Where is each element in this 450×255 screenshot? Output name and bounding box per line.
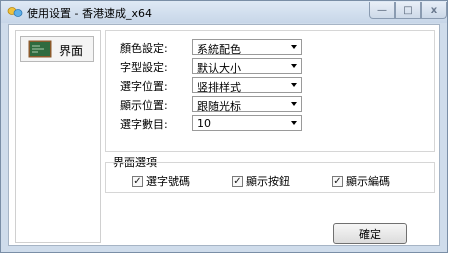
show-buttons-label: 顯示按鈕 [246, 175, 290, 188]
maximize-icon: □ [403, 4, 413, 16]
chevron-down-icon [291, 121, 297, 125]
title-bar[interactable]: 使用设置 - 香港速成_x64 — □ x [1, 1, 447, 23]
font-setting-value: 默认大小 [197, 62, 241, 75]
checkmark-icon: ✓ [132, 175, 143, 187]
chevron-down-icon [291, 102, 297, 106]
nav-panel: 界面 [15, 30, 101, 243]
show-buttons-checkbox[interactable]: ✓ 顯示按鈕 [232, 174, 290, 188]
font-setting-label: 字型設定: [120, 61, 168, 74]
window-title: 使用设置 - 香港速成_x64 [27, 7, 152, 20]
candidate-position-label: 選字位置: [120, 80, 168, 93]
color-setting-select[interactable]: 系統配色 [192, 39, 302, 56]
show-candidate-number-label: 選字號碼 [146, 175, 190, 188]
settings-window: 使用设置 - 香港速成_x64 — □ x 界面 顏色設定: 系統配色 字型設定… [0, 0, 448, 253]
minimize-button[interactable]: — [369, 2, 395, 19]
nav-item-interface[interactable]: 界面 [20, 36, 94, 62]
maximize-button[interactable]: □ [395, 2, 421, 19]
display-position-value: 跟随光标 [197, 100, 241, 113]
display-position-label: 顯示位置: [120, 99, 168, 112]
candidate-position-value: 竖排样式 [197, 81, 241, 94]
candidate-position-select[interactable]: 竖排样式 [192, 77, 302, 94]
font-setting-select[interactable]: 默认大小 [192, 58, 302, 75]
ok-button[interactable]: 確定 [333, 223, 407, 244]
checkmark-icon: ✓ [332, 175, 343, 187]
color-setting-value: 系統配色 [197, 43, 241, 56]
minimize-icon: — [377, 4, 387, 16]
show-candidate-number-checkbox[interactable]: ✓ 選字號碼 [132, 174, 190, 188]
color-setting-label: 顏色設定: [120, 42, 168, 55]
checkmark-icon: ✓ [232, 175, 243, 187]
app-icon [7, 7, 23, 17]
ok-button-label: 確定 [359, 227, 381, 241]
chalkboard-icon [28, 40, 52, 58]
display-position-select[interactable]: 跟随光标 [192, 96, 302, 113]
candidate-count-label: 選字數目: [120, 118, 168, 131]
nav-item-label: 界面 [59, 44, 84, 58]
show-code-checkbox[interactable]: ✓ 顯示編碼 [332, 174, 390, 188]
chevron-down-icon [291, 64, 297, 68]
show-code-label: 顯示編碼 [346, 175, 390, 188]
close-icon: x [430, 4, 438, 16]
candidate-count-value: 10 [197, 117, 211, 130]
chevron-down-icon [291, 45, 297, 49]
interface-options-group: ✓ 選字號碼 ✓ 顯示按鈕 ✓ 顯示編碼 [105, 162, 435, 193]
dialog-client-area: 界面 顏色設定: 系統配色 字型設定: 默认大小 選字位置: 竖排样式 顯示位置… [8, 24, 440, 246]
candidate-count-select[interactable]: 10 [192, 115, 302, 131]
settings-panel: 顏色設定: 系統配色 字型設定: 默认大小 選字位置: 竖排样式 顯示位置: 跟… [105, 30, 435, 152]
chevron-down-icon [291, 83, 297, 87]
close-button[interactable]: x [421, 2, 447, 19]
